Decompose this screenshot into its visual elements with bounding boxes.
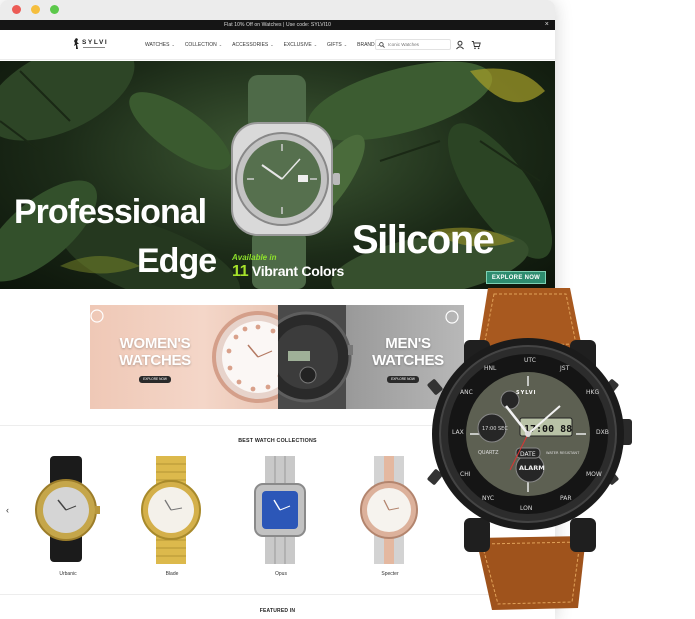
watch-brand-label: SYLVI — [516, 390, 536, 396]
nav-item-exclusive[interactable]: EXCLUSIVE ⌄ — [284, 41, 317, 51]
product-card-urbanic[interactable]: Urbanic — [28, 456, 108, 577]
product-card-opus[interactable]: Opus — [241, 456, 321, 577]
hero-banner[interactable]: Professional Edge Silicone Available in … — [0, 61, 555, 289]
search-box — [375, 39, 451, 50]
svg-text:NYC: NYC — [482, 495, 494, 502]
nav-item-gifts[interactable]: GIFTS ⌄ — [327, 41, 347, 51]
svg-text:DXB: DXB — [596, 429, 609, 436]
womens-watches-banner[interactable]: WOMEN'S WATCHES EXPLORE NOW — [90, 305, 278, 409]
product-name: Specter — [381, 571, 399, 577]
watch-digital-display: 17:00 88 — [524, 424, 572, 435]
svg-text:ANC: ANC — [460, 389, 473, 396]
mens-explore-button[interactable]: EXPLORE NOW — [387, 376, 419, 383]
product-card-blade[interactable]: Blade — [132, 456, 212, 577]
svg-text:MOW: MOW — [586, 471, 602, 478]
nav-item-collection[interactable]: COLLECTION ⌄ — [185, 41, 222, 51]
browser-titlebar — [0, 0, 555, 20]
urbanic-watch-image — [35, 456, 100, 562]
hero-available-text: Available in — [232, 253, 277, 262]
svg-text:PAR: PAR — [560, 495, 572, 502]
nav-item-watches[interactable]: WATCHES ⌄ — [145, 41, 175, 51]
svg-text:UTC: UTC — [524, 357, 536, 364]
product-name: Blade — [165, 571, 179, 577]
close-window-dot[interactable] — [12, 5, 21, 14]
blade-watch-image — [141, 456, 201, 564]
brand-logo[interactable]: SYLVI — [73, 38, 113, 52]
hero-colors-label: Vibrant Colors — [251, 263, 344, 279]
brand-logo-underline — [83, 47, 105, 48]
main-navbar: SYLVI WATCHES ⌄ COLLECTION ⌄ ACCESSORIES ⌄ … — [0, 30, 555, 60]
watch-subdial-label: 17:00 SEC — [482, 426, 508, 432]
product-name: Opus — [275, 571, 287, 577]
hero-colors-count: 11 — [232, 263, 249, 280]
chevron-down-icon: ⌄ — [270, 42, 274, 47]
carousel-prev-arrow-icon[interactable]: ‹ — [6, 505, 9, 515]
nav-item-accessories[interactable]: ACCESSORIES ⌄ — [232, 41, 273, 51]
hero-heading-line1: Professional — [14, 193, 207, 231]
minimize-window-dot[interactable] — [31, 5, 40, 14]
watch-water-label: WATER RESISTANT — [546, 451, 580, 455]
announcement-close-icon[interactable]: × — [545, 20, 549, 30]
hero-heading-line2: Edge — [137, 242, 217, 280]
product-card-specter[interactable]: Specter — [350, 456, 430, 577]
svg-text:JST: JST — [559, 365, 570, 372]
womens-banner-title: WOMEN'S WATCHES — [119, 335, 191, 369]
svg-text:LAX: LAX — [452, 429, 464, 436]
watch-alarm-label: ALARM — [519, 464, 545, 472]
chevron-down-icon: ⌄ — [218, 42, 223, 47]
svg-text:HNL: HNL — [484, 365, 497, 372]
brand-logo-mark-icon — [74, 38, 79, 49]
brand-logo-text: SYLVI — [82, 39, 109, 46]
hero-explore-button[interactable]: EXPLORE NOW — [486, 271, 546, 284]
watch-quartz-label: QUARTZ — [478, 450, 499, 456]
opus-watch-image — [254, 456, 306, 564]
maximize-window-dot[interactable] — [50, 5, 59, 14]
featured-chronograph-watch-image: UTCJSTHKG DXBMOWPAR LONNYCCHI LAXANCHNL … — [427, 288, 632, 610]
chevron-down-icon: ⌄ — [171, 42, 175, 47]
watch-date-label: DATE — [520, 451, 536, 458]
cart-icon[interactable] — [471, 40, 481, 50]
hero-heading-line3: Silicone — [352, 218, 495, 262]
svg-text:HKG: HKG — [586, 389, 599, 396]
main-menu: WATCHES ⌄ COLLECTION ⌄ ACCESSORIES ⌄ EXCLUS… — [145, 41, 390, 51]
specter-watch-image — [360, 456, 418, 564]
chevron-down-icon: ⌄ — [343, 42, 348, 47]
announcement-text: Flat 10% Off on Watches | Use code: SYLV… — [224, 22, 331, 28]
account-icon[interactable] — [455, 40, 465, 50]
announcement-bar: Flat 10% Off on Watches | Use code: SYLV… — [0, 20, 555, 30]
search-input[interactable] — [388, 40, 448, 49]
chevron-down-icon: ⌄ — [313, 42, 318, 47]
svg-text:CHI: CHI — [460, 471, 471, 478]
product-name: Urbanic — [59, 571, 77, 577]
svg-text:LON: LON — [520, 505, 532, 512]
womens-explore-button[interactable]: EXPLORE NOW — [139, 376, 171, 383]
hero-colors-text: 11 Vibrant Colors — [232, 263, 344, 281]
search-icon — [379, 42, 385, 48]
